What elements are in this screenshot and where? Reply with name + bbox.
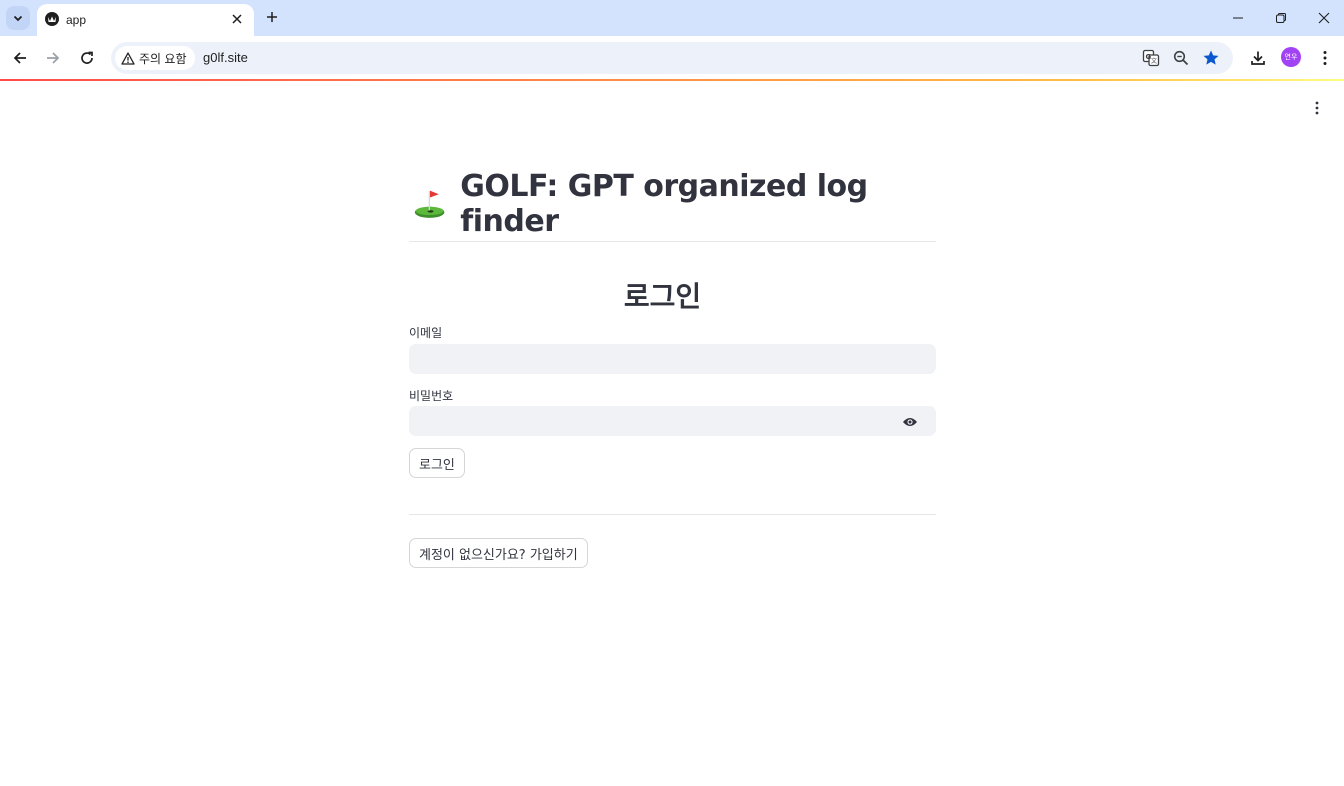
password-field-wrapper — [409, 406, 936, 436]
download-icon — [1251, 51, 1265, 65]
minimize-button[interactable] — [1227, 7, 1249, 29]
chevron-down-icon — [13, 15, 23, 22]
arrow-left-icon — [13, 52, 26, 64]
more-vertical-icon — [1323, 51, 1327, 65]
browser-tab[interactable]: app — [37, 4, 254, 36]
close-icon — [232, 14, 242, 24]
warning-icon — [121, 51, 135, 65]
password-label: 비밀번호 — [409, 389, 454, 403]
eye-icon — [903, 418, 917, 426]
signup-button[interactable]: 계정이 없으신가요? 가입하기 — [409, 538, 588, 568]
page-title: GOLF: GPT organized log finder — [409, 169, 936, 239]
password-input[interactable] — [410, 407, 935, 435]
tab-close-button[interactable] — [228, 10, 246, 28]
divider — [409, 514, 936, 515]
reload-button[interactable] — [75, 46, 99, 70]
security-chip[interactable]: 주의 요함 — [115, 46, 195, 70]
arrow-right-icon — [47, 52, 60, 64]
divider — [409, 241, 936, 242]
browser-toolbar: 주의 요함 g0lf.site G文 — [0, 36, 1344, 80]
restore-icon — [1276, 13, 1286, 23]
email-field-wrapper — [409, 344, 936, 374]
app-menu-button[interactable] — [1307, 98, 1327, 118]
login-heading: 로그인 — [623, 280, 702, 313]
email-input[interactable] — [410, 345, 935, 373]
url-text: g0lf.site — [203, 50, 248, 65]
downloads-button[interactable] — [1246, 46, 1270, 70]
browser-menu-button[interactable] — [1313, 46, 1337, 70]
new-tab-button[interactable] — [262, 7, 282, 27]
zoom-button[interactable] — [1171, 48, 1191, 68]
translate-button[interactable]: G文 — [1141, 48, 1161, 68]
app-top-decoration — [0, 79, 1344, 81]
tab-search-button[interactable] — [6, 6, 30, 30]
back-button[interactable] — [8, 46, 32, 70]
minimize-icon — [1233, 17, 1243, 19]
app-favicon-icon — [45, 12, 59, 26]
close-window-button[interactable] — [1313, 7, 1335, 29]
more-vertical-icon — [1315, 101, 1319, 115]
security-chip-label: 주의 요함 — [139, 51, 187, 66]
zoom-out-icon — [1173, 50, 1189, 66]
bookmark-button[interactable] — [1201, 48, 1221, 68]
profile-avatar[interactable]: 연우 — [1281, 47, 1301, 67]
address-bar[interactable]: 주의 요함 g0lf.site G文 — [111, 42, 1233, 74]
golf-flag-icon — [414, 190, 445, 218]
svg-text:文: 文 — [1151, 57, 1157, 65]
tab-strip: app — [0, 0, 1344, 36]
forward-button[interactable] — [41, 46, 65, 70]
restore-button[interactable] — [1270, 7, 1292, 29]
close-icon — [1318, 12, 1330, 24]
reload-icon — [81, 51, 93, 64]
tab-title: app — [66, 13, 87, 27]
page-title-text: GOLF: GPT organized log finder — [460, 169, 868, 239]
email-label: 이메일 — [409, 326, 443, 340]
show-password-button[interactable] — [901, 414, 919, 430]
star-filled-icon — [1203, 50, 1219, 65]
plus-icon — [267, 12, 277, 22]
translate-icon: G文 — [1142, 49, 1160, 67]
login-button[interactable]: 로그인 — [409, 448, 465, 478]
